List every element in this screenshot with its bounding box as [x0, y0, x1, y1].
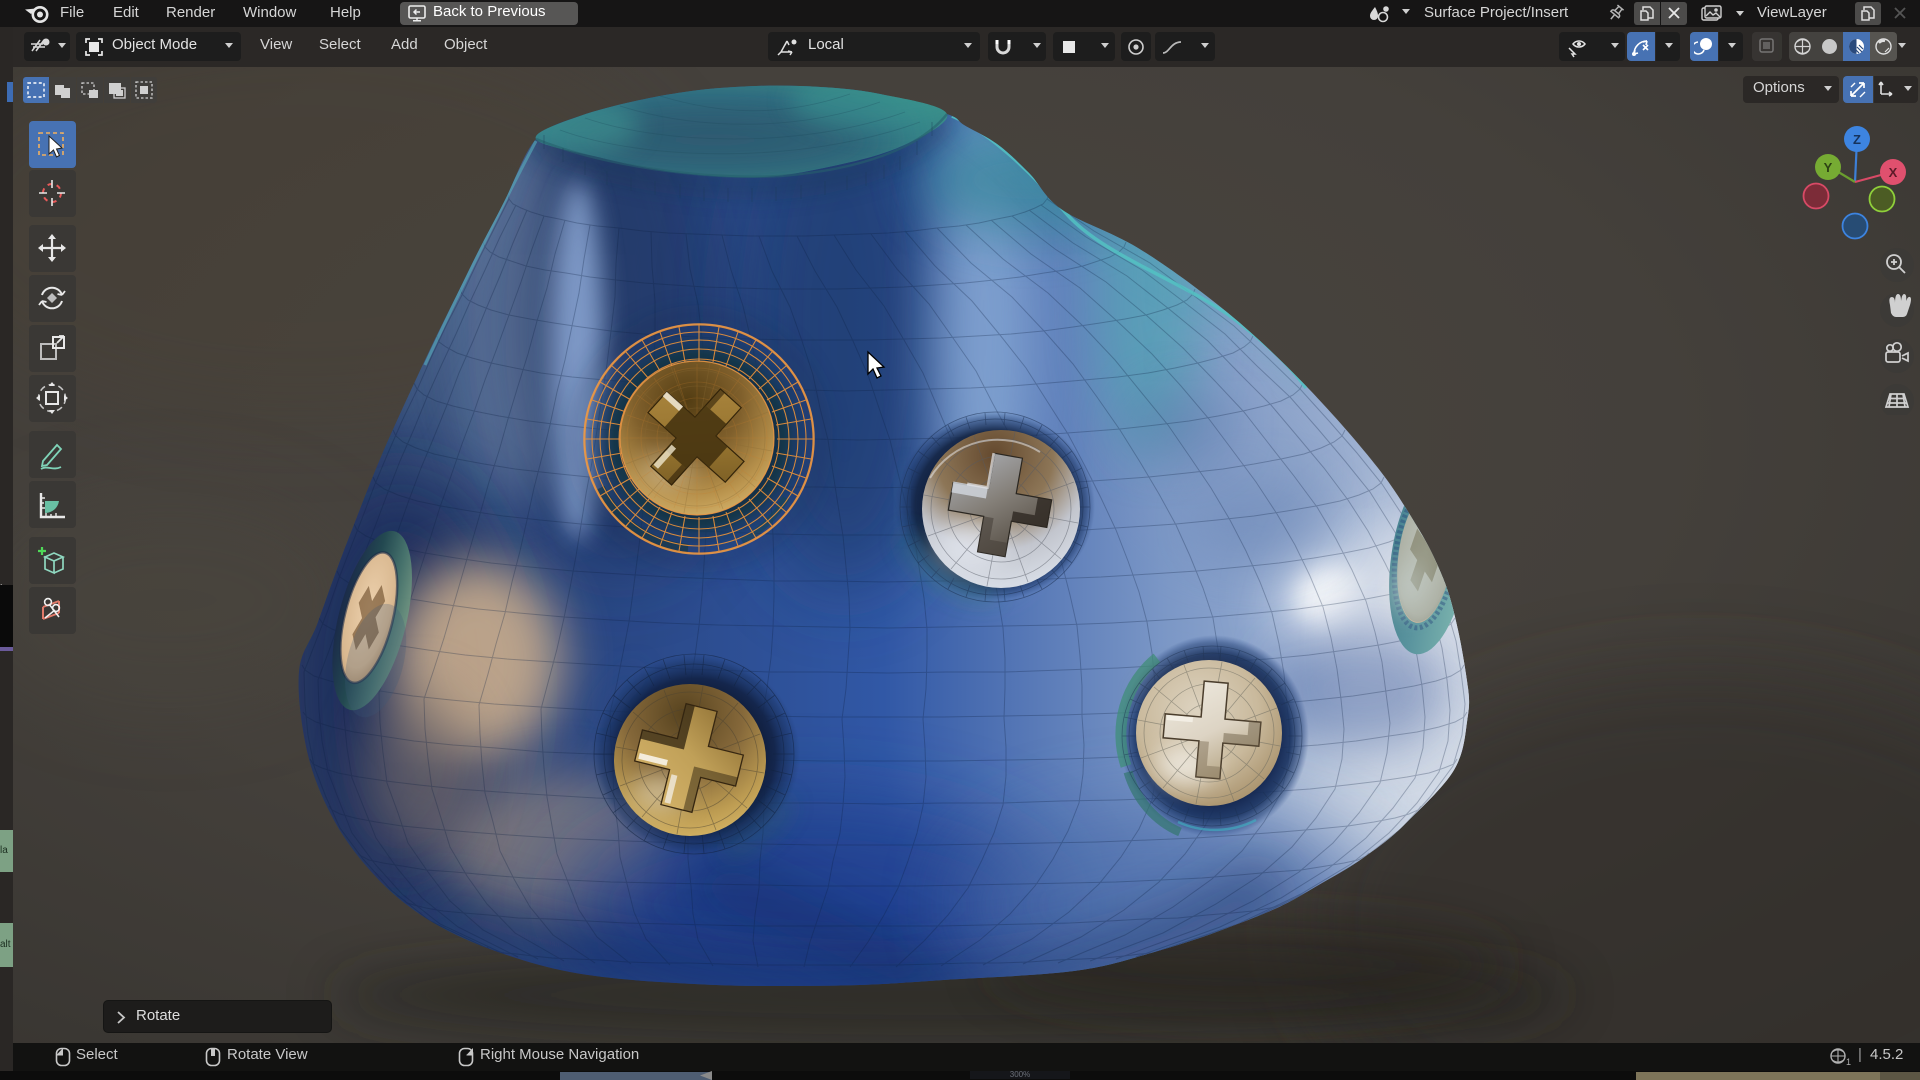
svg-text:Y: Y [1824, 160, 1833, 175]
svg-text:1: 1 [1846, 1057, 1851, 1067]
svg-text:Z: Z [1853, 132, 1861, 147]
svg-text:X: X [1889, 165, 1898, 180]
